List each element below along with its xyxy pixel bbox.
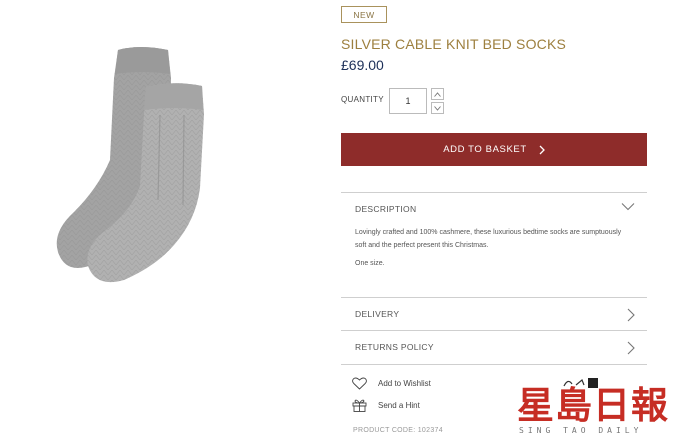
description-text: Lovingly crafted and 100% cashmere, thes…	[355, 229, 622, 249]
chevron-down-icon	[621, 203, 635, 211]
quantity-decrease-button[interactable]	[431, 102, 444, 114]
new-badge: NEW	[341, 6, 387, 23]
chevron-right-icon	[627, 341, 635, 355]
add-to-basket-button[interactable]: ADD TO BASKET	[341, 133, 647, 166]
quantity-increase-button[interactable]	[431, 88, 444, 100]
chevron-right-icon	[627, 308, 635, 322]
delivery-label: DELIVERY	[355, 309, 400, 319]
returns-section[interactable]: RETURNS POLICY	[341, 330, 647, 365]
description-toggle[interactable]: DESCRIPTION	[341, 193, 647, 226]
chevron-right-icon	[539, 145, 545, 154]
send-hint-label: Send a Hint	[378, 400, 420, 410]
product-image	[0, 0, 330, 447]
newspaper-watermark: 星島日報 SING TAO DAILY	[517, 376, 677, 442]
quantity-label: QUANTITY	[341, 95, 384, 104]
product-price: £69.00	[341, 57, 384, 73]
heart-icon	[352, 377, 367, 390]
send-hint-link[interactable]: Send a Hint	[352, 398, 420, 412]
description-label: DESCRIPTION	[355, 204, 417, 214]
chevron-up-icon	[434, 91, 441, 97]
watermark-text: 星島日報	[517, 384, 669, 427]
socks-image	[56, 47, 204, 283]
watermark-subtext: SING TAO DAILY	[519, 426, 643, 435]
returns-label: RETURNS POLICY	[355, 342, 434, 352]
product-code: PRODUCT CODE: 102374	[353, 427, 443, 434]
quantity-input[interactable]: 1	[389, 88, 427, 114]
chevron-down-icon	[434, 105, 441, 111]
product-title: SILVER CABLE KNIT BED SOCKS	[341, 36, 567, 52]
description-body: Lovingly crafted and 100% cashmere, thes…	[341, 226, 647, 270]
delivery-section[interactable]: DELIVERY	[341, 297, 647, 331]
add-to-wishlist-label: Add to Wishlist	[378, 379, 431, 388]
add-to-wishlist-link[interactable]: Add to Wishlist	[352, 377, 431, 390]
description-section: DESCRIPTION Lovingly crafted and 100% ca…	[341, 192, 647, 275]
size-text: One size.	[355, 260, 385, 267]
gift-icon	[352, 399, 367, 412]
add-to-basket-label: ADD TO BASKET	[443, 144, 527, 155]
